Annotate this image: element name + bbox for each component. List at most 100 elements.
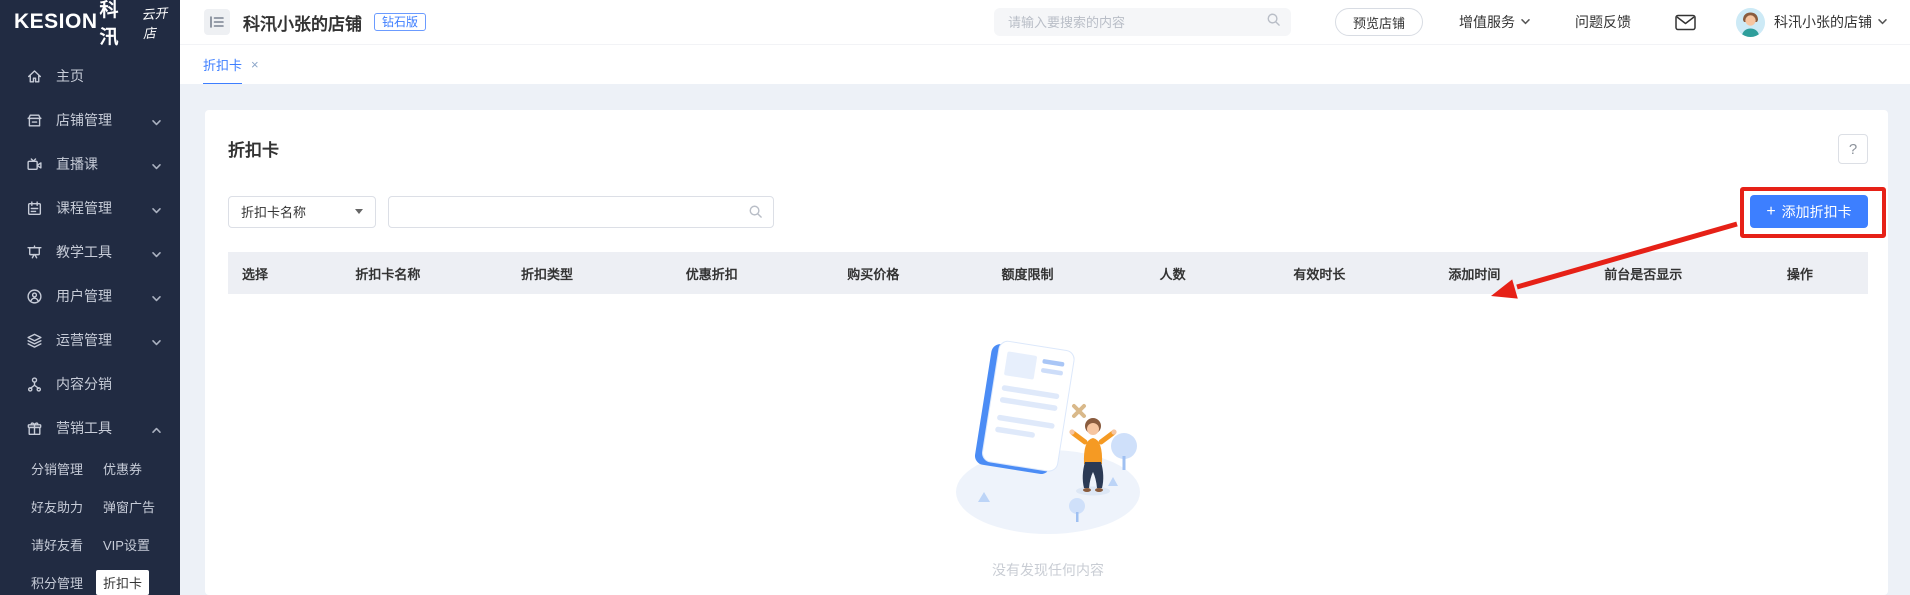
home-icon	[26, 68, 43, 85]
marketing-submenu: 分销管理 优惠券 好友助力 弹窗广告 请好友看 VIP设置 积分管理 折扣卡	[0, 456, 180, 595]
course-calendar-icon	[26, 200, 43, 217]
help-button[interactable]: ?	[1838, 134, 1868, 164]
chevron-down-icon	[151, 203, 162, 214]
column-header: 操作	[1786, 266, 1813, 282]
sidebar-item-shop-management[interactable]: 店铺管理	[0, 98, 180, 142]
preview-shop-button[interactable]: 预览店铺	[1334, 8, 1423, 36]
layers-icon	[26, 332, 43, 349]
sidebar-item-content-distribution[interactable]: 内容分销	[0, 362, 180, 406]
empty-state-text: 没有发现任何内容	[992, 562, 1104, 578]
brand-logo: KESION 科汛 云开店	[0, 0, 180, 48]
gift-icon	[26, 420, 43, 437]
tab-bar: 折扣卡 ×	[180, 44, 1910, 86]
sidebar-item-label: 运营管理	[56, 332, 112, 348]
column-header: 购买价格	[847, 266, 900, 282]
filter-search-input[interactable]	[399, 204, 748, 219]
sidebar-item-label: 店铺管理	[56, 112, 112, 128]
plus-icon: +	[1766, 202, 1776, 220]
tab-close-icon[interactable]: ×	[251, 57, 259, 75]
sidebar-item-label: 直播课	[56, 156, 98, 172]
collapse-sidebar-button[interactable]	[204, 9, 230, 35]
column-header: 添加时间	[1448, 266, 1501, 282]
chevron-down-icon	[151, 115, 162, 126]
account-menu[interactable]: 科汛小张的店铺	[1774, 12, 1888, 32]
sidebar-item-home[interactable]: 主页	[0, 54, 180, 98]
shop-icon	[26, 112, 43, 129]
chevron-down-icon	[151, 247, 162, 258]
sidebar-item-label: 课程管理	[56, 200, 112, 216]
sidebar-item-label: 内容分销	[56, 376, 112, 392]
page-title: 折扣卡	[228, 141, 279, 160]
submenu-item-vip-settings[interactable]: VIP设置	[96, 532, 157, 557]
global-search-input[interactable]	[1007, 14, 1266, 30]
column-header: 前台是否显示	[1604, 266, 1683, 282]
submenu-item-distribution-management[interactable]: 分销管理	[24, 456, 90, 481]
column-header: 额度限制	[1001, 266, 1054, 282]
sidebar-item-label: 主页	[56, 68, 84, 84]
empty-state: 没有发现任何内容	[228, 334, 1868, 580]
card-header: 折扣卡 ?	[228, 134, 1868, 164]
sidebar-item-label: 教学工具	[56, 244, 112, 260]
search-icon[interactable]	[1266, 12, 1281, 32]
brand-logo-text: KESION	[14, 10, 98, 33]
sidebar-item-user-management[interactable]: 用户管理	[0, 274, 180, 318]
tab-label: 折扣卡	[203, 46, 243, 86]
filter-field-select[interactable]: 折扣卡名称	[228, 195, 376, 228]
sidebar-item-label: 营销工具	[56, 420, 112, 436]
add-discount-card-button[interactable]: + 添加折扣卡	[1750, 195, 1868, 228]
column-header: 折扣卡名称	[355, 266, 421, 282]
edition-badge: 钻石版	[374, 13, 427, 31]
avatar[interactable]	[1736, 7, 1765, 37]
filter-search-box[interactable]	[388, 195, 774, 228]
collapse-sidebar-icon	[210, 16, 224, 28]
add-discount-card-label: 添加折扣卡	[1781, 203, 1852, 220]
column-header: 选择	[242, 266, 269, 282]
sidebar-item-operation-management[interactable]: 运营管理	[0, 318, 180, 362]
brand-logo-script: 云开店	[141, 5, 169, 42]
chevron-up-icon	[151, 423, 162, 434]
content-area: 折扣卡 ? 折扣卡名称 + 添加折扣卡 选择 折扣卡名称 折扣类型 优惠折扣 购…	[180, 84, 1910, 595]
sidebar-item-live-class[interactable]: 直播课	[0, 142, 180, 186]
submenu-item-coupon[interactable]: 优惠券	[96, 456, 149, 481]
column-header: 优惠折扣	[685, 266, 738, 282]
feedback-link[interactable]: 问题反馈	[1575, 12, 1631, 32]
sidebar-menu: 主页 店铺管理 直播课 课程管理 教学工具 用户管理 运营管理 内容分销 营销工…	[0, 54, 180, 450]
sidebar: KESION 科汛 云开店 主页 店铺管理 直播课 课程管理 教学工具 用户管理…	[0, 0, 180, 595]
column-header: 人数	[1159, 266, 1186, 282]
submenu-item-friend-boost[interactable]: 好友助力	[24, 494, 90, 519]
main-area: 科汛小张的店铺 钻石版 预览店铺 增值服务 问题反馈 科汛小张的店铺	[180, 0, 1910, 595]
column-header: 折扣类型	[520, 266, 573, 282]
sidebar-item-teaching-tools[interactable]: 教学工具	[0, 230, 180, 274]
global-search[interactable]	[993, 8, 1291, 36]
mail-icon[interactable]	[1675, 14, 1696, 31]
search-icon[interactable]	[748, 204, 763, 219]
discount-card-panel: 折扣卡 ? 折扣卡名称 + 添加折扣卡 选择 折扣卡名称 折扣类型 优惠折扣 购…	[205, 110, 1888, 595]
filter-field-selected-label: 折扣卡名称	[241, 205, 307, 220]
value-added-services-label: 增值服务	[1459, 14, 1515, 30]
chevron-down-icon	[151, 159, 162, 170]
topbar: 科汛小张的店铺 钻石版 预览店铺 增值服务 问题反馈 科汛小张的店铺	[180, 0, 1910, 44]
submenu-item-popup-ads[interactable]: 弹窗广告	[96, 494, 162, 519]
teaching-board-icon	[26, 244, 43, 261]
sidebar-item-course-management[interactable]: 课程管理	[0, 186, 180, 230]
brand-logo-cn: 科汛	[99, 0, 119, 48]
column-header: 有效时长	[1293, 266, 1346, 282]
sidebar-item-marketing-tools[interactable]: 营销工具	[0, 406, 180, 450]
account-name: 科汛小张的店铺	[1774, 14, 1872, 30]
submenu-item-points-management[interactable]: 积分管理	[24, 570, 90, 595]
chevron-down-icon	[151, 291, 162, 302]
feedback-label: 问题反馈	[1575, 14, 1631, 30]
select-caret-icon	[355, 209, 363, 214]
submenu-item-discount-card[interactable]: 折扣卡	[96, 570, 150, 595]
table-header-row: 选择 折扣卡名称 折扣类型 优惠折扣 购买价格 额度限制 人数 有效时长 添加时…	[228, 252, 1868, 294]
tab-discount-card[interactable]: 折扣卡 ×	[203, 46, 259, 86]
empty-state-illustration	[956, 340, 1140, 534]
chevron-down-icon	[151, 335, 162, 346]
shop-title: 科汛小张的店铺	[243, 14, 362, 34]
value-added-services-menu[interactable]: 增值服务	[1459, 12, 1531, 32]
live-camera-icon	[26, 156, 43, 173]
share-network-icon	[26, 376, 43, 393]
submenu-item-invite-friends[interactable]: 请好友看	[24, 532, 90, 557]
user-icon	[26, 288, 43, 305]
chevron-down-icon	[1877, 14, 1888, 30]
